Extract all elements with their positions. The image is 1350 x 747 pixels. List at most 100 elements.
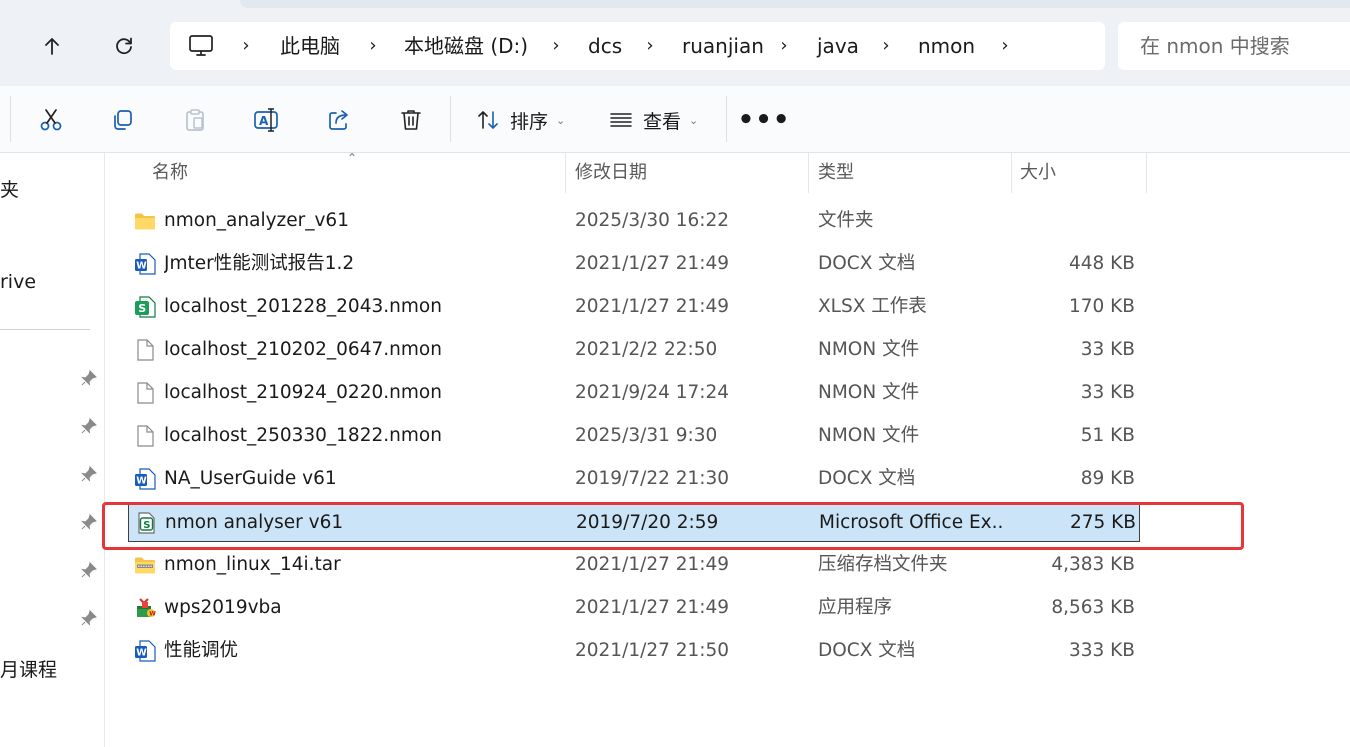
- pin-icon[interactable]: [80, 513, 98, 531]
- sort-button[interactable]: 排序 ⌄: [476, 100, 565, 140]
- file-modified-date: 2025/3/31 9:30: [575, 425, 718, 446]
- more-options-button[interactable]: •••: [738, 100, 790, 140]
- refresh-icon: [116, 37, 132, 55]
- svg-text:W: W: [136, 261, 147, 272]
- file-row[interactable]: Snmon analyser v61 2019/7/20 2:59 Microsof…: [128, 502, 1140, 542]
- breadcrumb-dcs[interactable]: dcs: [588, 22, 622, 70]
- file-row[interactable]: localhost_210924_0220.nmon 2021/9/24 17:2…: [128, 373, 1140, 413]
- file-row[interactable]: localhost_250330_1822.nmon 2025/3/31 9:30…: [128, 416, 1140, 456]
- pin-icon[interactable]: [80, 465, 98, 483]
- svg-text:W: W: [136, 476, 147, 487]
- file-modified-date: 2021/9/24 17:24: [575, 382, 730, 403]
- search-box[interactable]: [1118, 22, 1350, 70]
- address-bar[interactable]: › 此电脑 › 本地磁盘 (D:) › dcs › ruanjian › jav…: [170, 22, 1105, 70]
- breadcrumb-nmon[interactable]: nmon: [918, 22, 975, 70]
- column-divider[interactable]: [1146, 153, 1147, 193]
- pin-icon[interactable]: [80, 561, 98, 579]
- file-row[interactable]: localhost_210202_0647.nmon 2021/2/2 22:50…: [128, 330, 1140, 370]
- svg-text:S: S: [143, 520, 150, 531]
- breadcrumb-this-pc[interactable]: 此电脑: [280, 22, 340, 70]
- file-name: localhost_210202_0647.nmon: [164, 339, 442, 360]
- nav-item-folders[interactable]: 夹: [0, 175, 19, 202]
- toolbar-divider: [450, 96, 451, 142]
- chevron-down-icon: ⌄: [556, 113, 566, 127]
- svg-text:W: W: [136, 648, 147, 659]
- breadcrumb-local-disk-d[interactable]: 本地磁盘 (D:): [404, 22, 528, 70]
- view-button[interactable]: 查看 ⌄: [609, 100, 698, 140]
- trash-icon: [401, 110, 421, 130]
- word-doc-icon: W: [134, 468, 156, 490]
- nav-item-onedrive[interactable]: rive: [0, 271, 36, 293]
- command-bar: A 排序 ⌄ 查看 ⌄: [0, 86, 1350, 153]
- file-name: localhost_250330_1822.nmon: [164, 425, 442, 446]
- file-row[interactable]: W Jmter性能测试报告1.2 2021/1/27 21:49 DOCX 文档 448…: [128, 244, 1140, 284]
- column-header-type[interactable]: 类型: [818, 153, 854, 195]
- chevron-right-icon[interactable]: ›: [998, 22, 1012, 70]
- file-modified-date: 2021/2/2 22:50: [575, 339, 718, 360]
- nav-item-courses[interactable]: 月课程: [0, 655, 57, 682]
- sort-ascending-icon: ⌃: [347, 151, 358, 165]
- file-type: Microsoft Office Ex...: [819, 512, 1004, 533]
- delete-button[interactable]: [389, 100, 433, 140]
- column-divider[interactable]: [808, 153, 809, 193]
- file-type: 文件夹: [818, 210, 874, 231]
- column-divider[interactable]: [565, 153, 566, 193]
- search-input[interactable]: [1140, 22, 1340, 70]
- toolbar-divider: [10, 96, 11, 142]
- column-header-size[interactable]: 大小: [1020, 153, 1056, 195]
- toolbar-divider: [726, 96, 727, 142]
- paste-button[interactable]: [173, 100, 217, 140]
- pin-icon[interactable]: [80, 609, 98, 627]
- refresh-button[interactable]: [104, 26, 144, 66]
- file-name: wps2019vba: [164, 597, 282, 618]
- cut-button[interactable]: [29, 100, 73, 140]
- file-row[interactable]: Wwps2019vba 2021/1/27 21:49 应用程序 8,563 KB: [128, 588, 1140, 628]
- file-size: [1008, 201, 1135, 241]
- column-header-date[interactable]: 修改日期: [575, 153, 647, 195]
- file-size: 89 KB: [1080, 468, 1135, 489]
- share-button[interactable]: [317, 100, 361, 140]
- chevron-right-icon[interactable]: ›: [643, 22, 657, 70]
- file-size: 33 KB: [1080, 382, 1135, 403]
- breadcrumb-java[interactable]: java: [817, 22, 859, 70]
- chevron-right-icon[interactable]: ›: [366, 22, 380, 70]
- chevron-right-icon[interactable]: ›: [239, 22, 253, 70]
- tab-strip-edge: [240, 0, 1350, 8]
- chevron-right-icon[interactable]: ›: [549, 22, 563, 70]
- file-modified-date: 2021/1/27 21:49: [575, 296, 730, 317]
- file-row[interactable]: W 性能调优 2021/1/27 21:50 DOCX 文档 333 KB: [128, 631, 1140, 671]
- file-row[interactable]: nmon_linux_14i.tar 2021/1/27 21:49 压缩存档文件夹…: [128, 545, 1140, 585]
- clipboard-icon: [186, 109, 204, 131]
- file-size: 275 KB: [1069, 512, 1136, 533]
- file-row[interactable]: W NA_UserGuide v61 2019/7/22 21:30 DOCX 文档 8…: [128, 459, 1140, 499]
- file-size: 33 KB: [1080, 339, 1135, 360]
- file-modified-date: 2019/7/20 2:59: [576, 512, 719, 533]
- file-type: DOCX 文档: [818, 253, 916, 274]
- installer-app-icon: W: [134, 597, 156, 619]
- column-header-name[interactable]: 名称: [152, 153, 188, 195]
- breadcrumb-ruanjian[interactable]: ruanjian: [682, 22, 764, 70]
- file-type: DOCX 文档: [818, 468, 916, 489]
- up-button[interactable]: [32, 26, 72, 66]
- file-type: XLSX 工作表: [818, 296, 927, 317]
- zip-folder-icon: [134, 554, 156, 576]
- file-type: 压缩存档文件夹: [818, 554, 948, 575]
- file-size: 448 KB: [1068, 253, 1135, 274]
- pin-icon[interactable]: [80, 417, 98, 435]
- pin-icon[interactable]: [80, 369, 98, 387]
- excel-macro-icon: S: [135, 512, 157, 534]
- copy-button[interactable]: [101, 100, 145, 140]
- chevron-down-icon: ⌄: [689, 113, 699, 127]
- sort-icon: [478, 111, 498, 129]
- chevron-right-icon[interactable]: ›: [777, 22, 791, 70]
- column-divider[interactable]: [1011, 153, 1012, 193]
- scissors-icon: [40, 109, 62, 131]
- file-row[interactable]: Slocalhost_201228_2043.nmon 2021/1/27 21:…: [128, 287, 1140, 327]
- file-type: NMON 文件: [818, 382, 920, 403]
- rename-icon: A: [254, 108, 278, 132]
- file-row[interactable]: nmon_analyzer_v61 2025/3/30 16:22 文件夹: [128, 201, 1140, 241]
- file-type: 应用程序: [818, 597, 893, 618]
- chevron-right-icon[interactable]: ›: [879, 22, 893, 70]
- rename-button[interactable]: A: [245, 100, 289, 140]
- blank-file-icon: [134, 425, 156, 447]
